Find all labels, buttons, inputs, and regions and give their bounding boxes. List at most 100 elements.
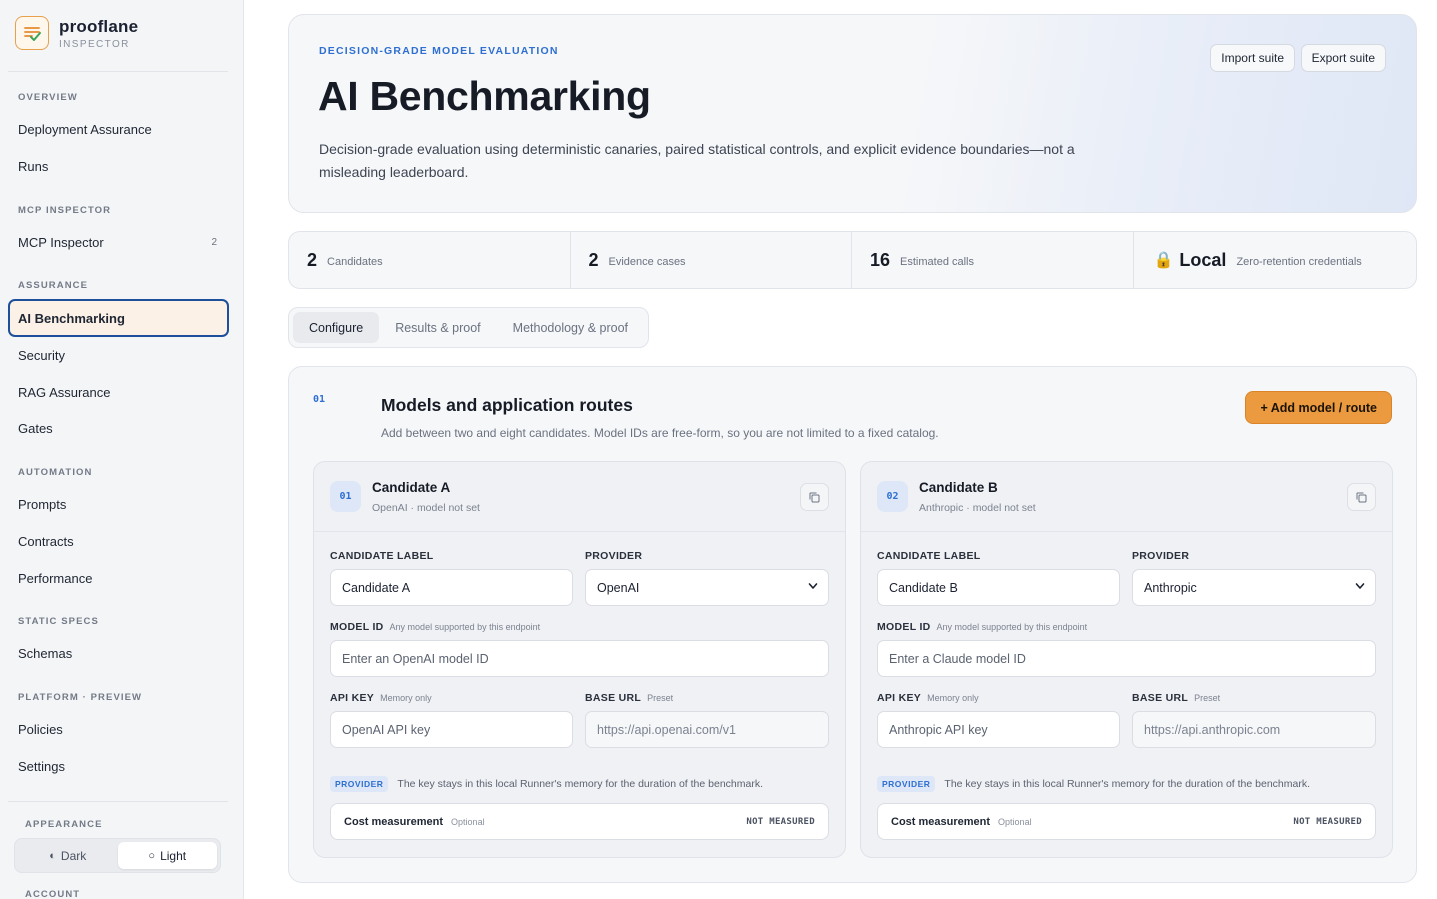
sidebar-item-runs[interactable]: Runs — [8, 148, 228, 184]
provider-select[interactable]: Anthropic — [1132, 569, 1376, 606]
sidebar-item-ai-benchmarking[interactable]: AI Benchmarking — [8, 299, 229, 337]
provider-note: PROVIDER The key stays in this local Run… — [877, 776, 1310, 792]
candidate-label-label: CANDIDATE LABEL — [877, 550, 981, 562]
tab-configure[interactable]: Configure — [293, 312, 380, 343]
base-url-input[interactable]: https://api.anthropic.com — [1132, 711, 1376, 748]
half-circle-icon: ◐ — [49, 849, 56, 862]
base-url-text: BASE URL — [1132, 692, 1189, 704]
model-id-text: MODEL ID — [330, 621, 384, 633]
api-key-label: API KEY Memory only — [330, 692, 432, 704]
cost-measurement-label: Cost measurement — [344, 815, 444, 828]
light-label: Light — [160, 848, 187, 863]
sidebar-item-prompts[interactable]: Prompts — [8, 486, 228, 522]
cost-measurement-row[interactable]: Cost measurement Optional NOT MEASURED — [877, 803, 1376, 840]
sidebar-item-schemas[interactable]: Schemas — [8, 635, 228, 671]
stat-label: Estimated calls — [900, 256, 975, 268]
model-id-label: MODEL ID Any model supported by this endp… — [330, 621, 540, 633]
api-key-input[interactable]: Anthropic API key — [877, 711, 1120, 748]
candidate-card-b: 02 Candidate B Anthropic · model not set… — [860, 461, 1393, 858]
divider — [8, 801, 228, 802]
tab-results-proof[interactable]: Results & proof — [379, 312, 496, 343]
base-url-text: BASE URL — [585, 692, 642, 704]
model-id-input[interactable]: Enter a Claude model ID — [877, 640, 1376, 677]
sidebar-item-settings[interactable]: Settings — [8, 748, 228, 784]
chevron-down-icon — [1355, 583, 1365, 589]
brand-subtitle: INSPECTOR — [59, 38, 130, 50]
cost-measurement-label: Cost measurement — [891, 815, 991, 828]
lock-icon: 🔒 — [1153, 252, 1174, 269]
stat-value: Local — [1179, 249, 1227, 270]
cost-measurement-row[interactable]: Cost measurement Optional NOT MEASURED — [330, 803, 829, 840]
panel-title: Models and application routes — [381, 395, 633, 415]
hero-eyebrow: DECISION-GRADE MODEL EVALUATION — [319, 45, 559, 57]
stats-bar: 2 Candidates 2 Evidence cases 16 Estimat… — [288, 231, 1417, 289]
sidebar-item-gates[interactable]: Gates — [8, 410, 228, 446]
divider — [8, 71, 228, 72]
card-header: 01 Candidate A OpenAI · model not set — [314, 462, 845, 532]
base-url-label: BASE URL Preset — [1132, 692, 1220, 704]
duplicate-candidate-button[interactable] — [800, 483, 829, 511]
stat-estimated-calls: 16 Estimated calls — [852, 232, 1134, 288]
brand-name: prooflane — [59, 16, 139, 36]
import-suite-button[interactable]: Import suite — [1210, 44, 1295, 72]
api-key-text: API KEY — [330, 692, 375, 704]
model-id-hint: Any model supported by this endpoint — [936, 622, 1088, 632]
base-url-input[interactable]: https://api.openai.com/v1 — [585, 711, 829, 748]
sidebar-item-rag-assurance[interactable]: RAG Assurance — [8, 374, 228, 410]
sidebar-item-deployment-assurance[interactable]: Deployment Assurance — [8, 111, 228, 147]
candidate-title: Candidate B — [919, 480, 998, 495]
sidebar-item-security[interactable]: Security — [8, 337, 228, 373]
stat-label: Evidence cases — [608, 256, 686, 268]
cost-optional-hint: Optional — [998, 816, 1032, 827]
provider-note-text: The key stays in this local Runner's mem… — [397, 778, 763, 790]
provider-select[interactable]: OpenAI — [585, 569, 829, 606]
prooflane-logo-icon — [15, 16, 49, 50]
provider-pill: PROVIDER — [877, 776, 936, 792]
copy-icon — [1356, 492, 1367, 502]
export-suite-button[interactable]: Export suite — [1300, 44, 1386, 72]
provider-note-text: The key stays in this local Runner's mem… — [944, 778, 1310, 790]
sidebar: prooflane INSPECTOR OVERVIEW Deployment … — [0, 0, 244, 899]
provider-pill: PROVIDER — [330, 776, 389, 792]
sidebar-item-performance[interactable]: Performance — [8, 560, 228, 596]
candidate-label-label: CANDIDATE LABEL — [330, 550, 434, 562]
step-number: 01 — [313, 394, 326, 405]
appearance-toggle: ◐ Dark ○ Light — [14, 838, 221, 873]
base-url-hint: Preset — [1194, 693, 1221, 703]
candidate-number-badge: 01 — [330, 481, 361, 512]
tab-bar: Configure Results & proof Methodology & … — [288, 307, 650, 348]
api-key-label: API KEY Memory only — [877, 692, 979, 704]
model-id-input[interactable]: Enter an OpenAI model ID — [330, 640, 829, 677]
provider-note: PROVIDER The key stays in this local Run… — [330, 776, 763, 792]
base-url-label: BASE URL Preset — [585, 692, 673, 704]
provider-value: OpenAI — [597, 580, 640, 595]
dark-mode-option[interactable]: ◐ Dark — [18, 842, 118, 869]
section-mcp-inspector: MCP INSPECTOR — [18, 205, 112, 216]
tab-methodology-proof[interactable]: Methodology & proof — [497, 312, 644, 343]
hero-header: DECISION-GRADE MODEL EVALUATION AI Bench… — [288, 14, 1417, 213]
sidebar-item-contracts[interactable]: Contracts — [8, 523, 228, 559]
api-key-hint: Memory only — [380, 693, 432, 703]
sidebar-item-mcp-inspector[interactable]: MCP Inspector 2 — [8, 224, 228, 260]
card-header: 02 Candidate B Anthropic · model not set — [861, 462, 1392, 532]
stat-value: 16 — [870, 249, 891, 270]
candidate-subtitle: OpenAI · model not set — [372, 502, 480, 514]
section-account: ACCOUNT — [25, 889, 81, 899]
brand[interactable]: prooflane INSPECTOR — [15, 16, 138, 50]
dark-label: Dark — [60, 848, 87, 863]
duplicate-candidate-button[interactable] — [1347, 483, 1376, 511]
model-id-text: MODEL ID — [877, 621, 931, 633]
count-badge: 2 — [211, 236, 217, 248]
sidebar-item-policies[interactable]: Policies — [8, 711, 228, 747]
add-model-route-button[interactable]: + Add model / route — [1245, 391, 1392, 424]
sidebar-item-label: MCP Inspector — [18, 234, 104, 250]
circle-icon: ○ — [148, 849, 156, 862]
api-key-input[interactable]: OpenAI API key — [330, 711, 573, 748]
api-key-text: API KEY — [877, 692, 922, 704]
page-title: AI Benchmarking — [318, 73, 651, 119]
candidate-label-input[interactable]: Candidate B — [877, 569, 1120, 606]
stat-credentials: 🔒 Local Zero-retention credentials — [1134, 232, 1417, 288]
main-content: DECISION-GRADE MODEL EVALUATION AI Bench… — [244, 0, 1437, 899]
light-mode-option[interactable]: ○ Light — [117, 842, 217, 869]
candidate-label-input[interactable]: Candidate A — [330, 569, 573, 606]
